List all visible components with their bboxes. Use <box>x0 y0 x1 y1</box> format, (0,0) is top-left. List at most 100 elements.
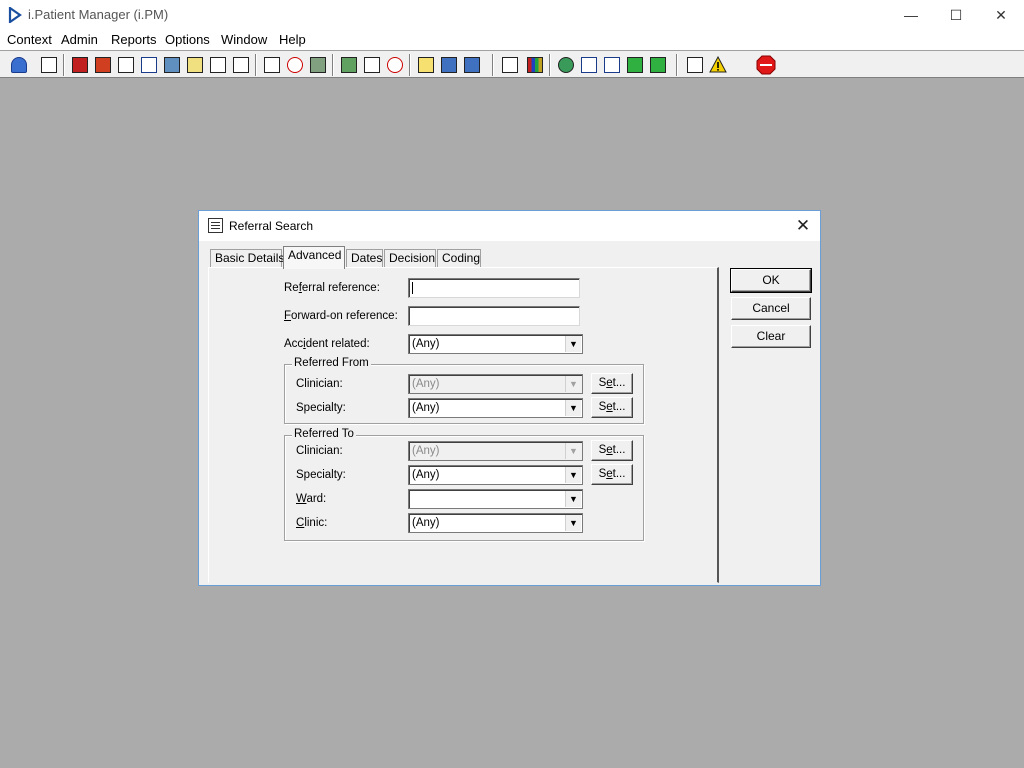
toolbar-globe-button[interactable] <box>555 54 577 76</box>
menu-bar: Context Admin Reports Options Window Hel… <box>0 30 1024 50</box>
toolbar-notes-button[interactable] <box>184 54 206 76</box>
toolbar-memo-button[interactable] <box>415 54 437 76</box>
referred-to-clinician-label: Clinician: <box>296 445 343 457</box>
bed-icon <box>441 57 457 73</box>
clock-icon <box>287 57 303 73</box>
toolbar-print-button[interactable] <box>38 54 60 76</box>
toolbar-clinician-button[interactable] <box>161 54 183 76</box>
referred-to-specialty-select[interactable]: (Any) ▼ <box>408 465 583 485</box>
chevron-down-icon[interactable]: ▼ <box>565 467 581 483</box>
referral-icon <box>210 57 226 73</box>
tab-advanced[interactable]: Advanced <box>283 246 345 269</box>
tab-decision[interactable]: Decision <box>384 249 436 267</box>
form-icon <box>364 57 380 73</box>
ambulance-icon <box>464 57 480 73</box>
toolbar-patient-button[interactable] <box>8 54 30 76</box>
toolbar-bed-button[interactable] <box>438 54 460 76</box>
printer-icon <box>41 57 57 73</box>
ward-select[interactable]: ▼ <box>408 489 583 509</box>
toolbar-certificate-button[interactable] <box>338 54 360 76</box>
app-titlebar: i.Patient Manager (i.PM) — ☐ ✕ <box>0 0 1024 30</box>
referred-to-clinician-select: (Any) ▼ <box>408 441 583 461</box>
referred-from-clinician-label: Clinician: <box>296 378 343 390</box>
menu-window[interactable]: Window <box>221 32 267 47</box>
toolbar-clock-button[interactable] <box>284 54 306 76</box>
monitor-icon <box>310 57 326 73</box>
toolbar-monitor-button[interactable] <box>307 54 329 76</box>
referred-to-specialty-label: Specialty: <box>296 469 346 481</box>
accident-related-select[interactable]: (Any) ▼ <box>408 334 583 354</box>
accident-related-label: Accident related: <box>284 338 370 350</box>
referral-reference-input[interactable] <box>408 278 580 298</box>
referral-search-dialog: Referral Search ✕ Basic Details Advanced… <box>198 210 821 586</box>
task-icon <box>604 57 620 73</box>
clinic-select[interactable]: (Any) ▼ <box>408 513 583 533</box>
app-logo-icon <box>8 7 22 23</box>
stopwatch-icon <box>387 57 403 73</box>
toolbar-document-button[interactable] <box>499 54 521 76</box>
transfer-out-icon <box>650 57 666 73</box>
toolbar-mail-button[interactable] <box>138 54 160 76</box>
dialog-title: Referral Search <box>229 219 314 233</box>
chevron-down-icon[interactable]: ▼ <box>565 515 581 531</box>
clear-button[interactable]: Clear <box>731 325 811 348</box>
dialog-close-button[interactable]: ✕ <box>791 215 815 237</box>
tab-dates[interactable]: Dates <box>346 249 383 267</box>
toolbar-search-doc-button[interactable] <box>115 54 137 76</box>
menu-reports[interactable]: Reports <box>111 32 157 47</box>
maximize-button[interactable]: ☐ <box>933 0 979 30</box>
transport-icon <box>233 57 249 73</box>
search-glass-icon <box>264 57 280 73</box>
menu-admin[interactable]: Admin <box>61 32 98 47</box>
dialog-titlebar: Referral Search ✕ <box>199 211 820 241</box>
app-title: i.Patient Manager (i.PM) <box>28 7 169 22</box>
menu-options[interactable]: Options <box>165 32 210 47</box>
referred-to-clinician-set-button[interactable]: Set... <box>591 440 633 461</box>
exit-icon <box>756 55 776 75</box>
toolbar-home-button[interactable] <box>92 54 114 76</box>
toolbar-referral-button[interactable] <box>207 54 229 76</box>
chevron-down-icon[interactable]: ▼ <box>565 400 581 416</box>
toolbar-swap-button[interactable] <box>684 54 706 76</box>
certificate-icon <box>341 57 357 73</box>
tab-coding[interactable]: Coding <box>437 249 481 267</box>
referred-to-specialty-set-button[interactable]: Set... <box>591 464 633 485</box>
ok-button[interactable]: OK <box>730 268 812 293</box>
toolbar-warning-button[interactable] <box>707 54 729 76</box>
chevron-down-icon[interactable]: ▼ <box>565 491 581 507</box>
referred-from-specialty-select[interactable]: (Any) ▼ <box>408 398 583 418</box>
minimize-button[interactable]: — <box>888 0 934 30</box>
toolbar-transport-button[interactable] <box>230 54 252 76</box>
referral-reference-label: Referral reference: <box>284 282 380 294</box>
close-window-button[interactable]: ✕ <box>978 0 1024 30</box>
transfer-in-icon <box>627 57 643 73</box>
chevron-down-icon: ▼ <box>565 376 581 392</box>
cancel-button[interactable]: Cancel <box>731 297 811 320</box>
menu-help[interactable]: Help <box>279 32 306 47</box>
toolbar-transfer-out-button[interactable] <box>647 54 669 76</box>
warning-icon <box>709 56 727 73</box>
toolbar-checklist-button[interactable] <box>578 54 600 76</box>
referred-from-legend: Referred From <box>292 357 371 369</box>
toolbar-stopwatch-button[interactable] <box>384 54 406 76</box>
toolbar-exit-button[interactable] <box>755 54 777 76</box>
referred-from-specialty-set-button[interactable]: Set... <box>591 397 633 418</box>
clinic-label: Clinic: <box>296 517 328 529</box>
toolbar-search-button[interactable] <box>261 54 283 76</box>
referred-from-specialty-label: Specialty: <box>296 402 346 414</box>
forward-on-reference-label: Forward-on reference: <box>284 310 398 322</box>
close-icon: ✕ <box>795 216 811 235</box>
menu-context[interactable]: Context <box>7 32 52 47</box>
toolbar-book-button[interactable] <box>69 54 91 76</box>
toolbar-transfer-in-button[interactable] <box>624 54 646 76</box>
referred-from-clinician-set-button[interactable]: Set... <box>591 373 633 394</box>
toolbar-chart-button[interactable] <box>524 54 546 76</box>
forward-on-reference-input[interactable] <box>408 306 580 326</box>
toolbar-ambulance-button[interactable] <box>461 54 483 76</box>
check-list-icon <box>581 57 597 73</box>
patient-icon <box>11 57 27 73</box>
toolbar-task-button[interactable] <box>601 54 623 76</box>
toolbar-form-button[interactable] <box>361 54 383 76</box>
tab-basic-details[interactable]: Basic Details <box>210 249 284 267</box>
chevron-down-icon[interactable]: ▼ <box>565 336 581 352</box>
